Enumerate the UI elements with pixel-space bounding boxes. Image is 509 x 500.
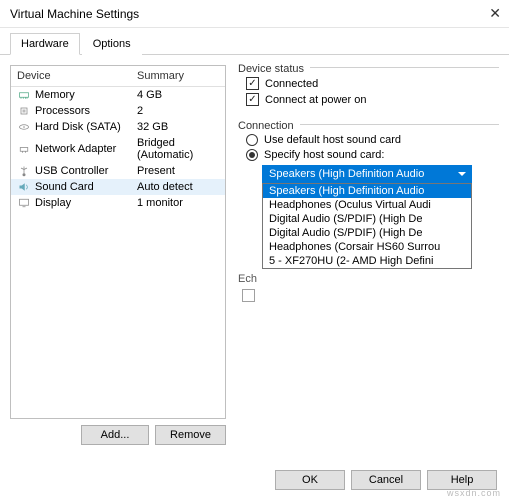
device-status-label: Device status: [238, 63, 310, 75]
check-icon: ✓: [246, 77, 259, 90]
net-icon: [17, 143, 31, 155]
cancel-button[interactable]: Cancel: [351, 470, 421, 490]
device-row-memory[interactable]: Memory4 GB: [11, 87, 225, 103]
device-list[interactable]: Device Summary Memory4 GBProcessors2Hard…: [10, 65, 226, 419]
close-icon[interactable]: ✕: [461, 5, 501, 22]
dropdown-list[interactable]: Speakers (High Definition AudioHeadphone…: [262, 183, 472, 269]
window-title: Virtual Machine Settings: [10, 7, 139, 21]
device-row-sound[interactable]: Sound CardAuto detect: [11, 179, 225, 195]
device-row-display[interactable]: Display1 monitor: [11, 195, 225, 211]
dropdown-option[interactable]: Digital Audio (S/PDIF) (High De: [263, 226, 471, 240]
radio-icon: [246, 134, 258, 146]
usb-icon: [17, 165, 31, 177]
device-row-disk[interactable]: Hard Disk (SATA)32 GB: [11, 119, 225, 135]
echo-checkbox[interactable]: [242, 289, 255, 302]
specify-host-radio[interactable]: Specify host sound card:: [246, 149, 499, 161]
connection-label: Connection: [238, 120, 300, 132]
dropdown-option[interactable]: Headphones (Oculus Virtual Audi: [263, 198, 471, 212]
dropdown-option[interactable]: Digital Audio (S/PDIF) (High De: [263, 212, 471, 226]
dropdown-option[interactable]: Headphones (Corsair HS60 Surrou: [263, 240, 471, 254]
col-device: Device: [11, 66, 131, 86]
device-status-group: Device status ✓ Connected ✓ Connect at p…: [238, 67, 499, 106]
check-icon: ✓: [246, 93, 259, 106]
help-button[interactable]: Help: [427, 470, 497, 490]
echo-prefix: Ech: [238, 273, 257, 285]
add-button[interactable]: Add...: [81, 425, 149, 445]
radio-icon: [246, 149, 258, 161]
memory-icon: [17, 89, 31, 101]
cpu-icon: [17, 105, 31, 117]
connect-at-power-on-checkbox[interactable]: ✓ Connect at power on: [246, 93, 499, 106]
disk-icon: [17, 121, 31, 133]
tab-options[interactable]: Options: [82, 33, 142, 55]
ok-button[interactable]: OK: [275, 470, 345, 490]
device-list-header: Device Summary: [11, 66, 225, 87]
connected-checkbox[interactable]: ✓ Connected: [246, 77, 499, 90]
connection-group: Connection Use default host sound card S…: [238, 124, 499, 183]
device-row-cpu[interactable]: Processors2: [11, 103, 225, 119]
echo-group: Ech: [238, 273, 499, 302]
device-row-net[interactable]: Network AdapterBridged (Automatic): [11, 135, 225, 163]
use-default-host-radio[interactable]: Use default host sound card: [246, 134, 499, 146]
col-summary: Summary: [131, 66, 225, 86]
dropdown-option[interactable]: 5 - XF270HU (2- AMD High Defini: [263, 254, 471, 268]
dropdown-option[interactable]: Speakers (High Definition Audio: [263, 184, 471, 198]
dialog-footer: OK Cancel Help: [275, 470, 497, 490]
tab-strip: Hardware Options: [0, 28, 509, 55]
device-row-usb[interactable]: USB ControllerPresent: [11, 163, 225, 179]
titlebar: Virtual Machine Settings ✕: [0, 0, 509, 28]
sound-icon: [17, 181, 31, 193]
host-sound-card-dropdown[interactable]: Speakers (High Definition Audio Speakers…: [262, 165, 472, 183]
dropdown-selected[interactable]: Speakers (High Definition Audio: [262, 165, 472, 183]
tab-hardware[interactable]: Hardware: [10, 33, 80, 55]
display-icon: [17, 197, 31, 209]
remove-button[interactable]: Remove: [155, 425, 226, 445]
